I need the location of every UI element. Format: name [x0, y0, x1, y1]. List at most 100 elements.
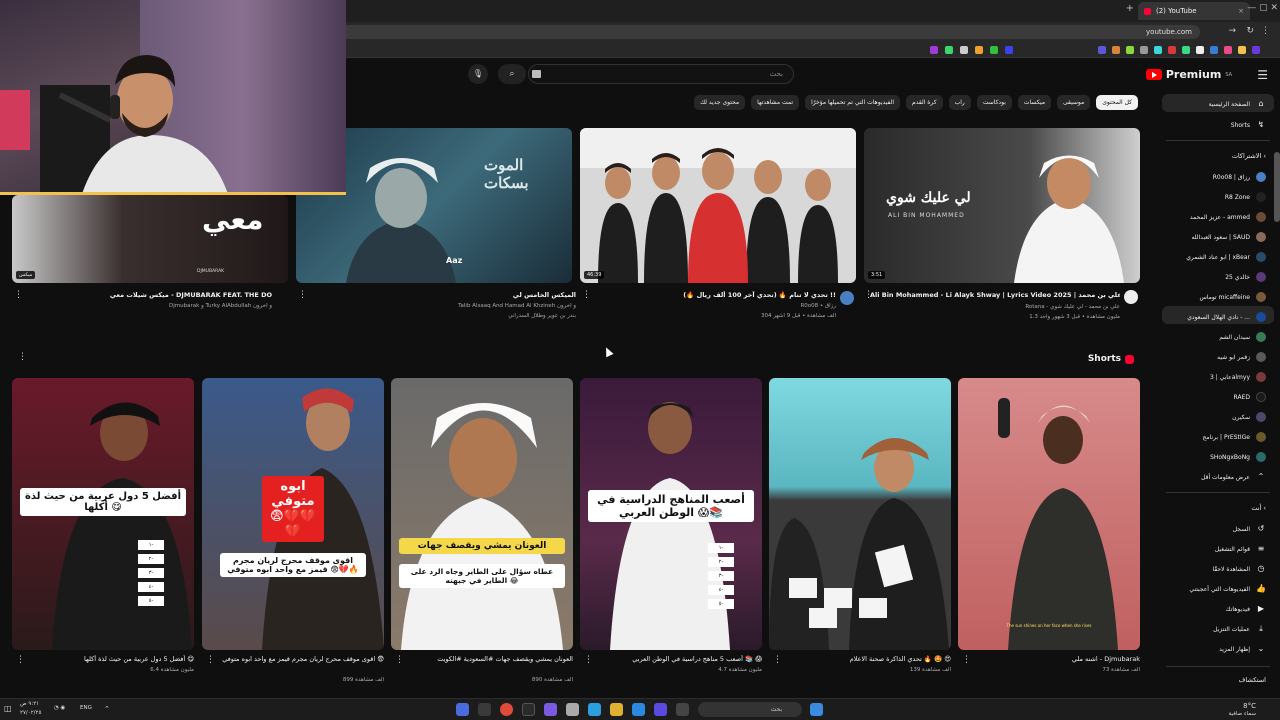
ext-icon[interactable]: [1182, 46, 1190, 54]
video-title[interactable]: ميكس شيلات معي - DJMUBARAK FEAT. THE DO: [22, 291, 272, 299]
chip-football[interactable]: كرة القدم: [905, 95, 943, 110]
sidebar-item-subscription[interactable]: ابو عناد الشمري | xBear: [1186, 252, 1266, 262]
ext-icon[interactable]: [945, 46, 953, 54]
ext-icon[interactable]: [1196, 46, 1204, 54]
explorer-icon[interactable]: [610, 703, 623, 716]
short-more-icon[interactable]: ⋮: [773, 655, 782, 665]
chip-recently-uploaded[interactable]: الفيديوهات التي تم تحميلها مؤخرًا: [805, 95, 900, 110]
ext-icon[interactable]: [1224, 46, 1232, 54]
chip-all[interactable]: كل المحتوى: [1096, 95, 1138, 110]
video-more-icon[interactable]: ⋮: [864, 290, 873, 300]
short-thumbnail[interactable]: أفضل 5 دول عربية من حيث لذة أكلها 😋 ١- ٢…: [12, 378, 194, 650]
ext-icon[interactable]: [1126, 46, 1134, 54]
video-more-icon[interactable]: ⋮: [14, 290, 23, 300]
taskview-icon[interactable]: [676, 703, 689, 716]
reload-icon[interactable]: ↻: [1246, 26, 1254, 36]
sidebar-scrollbar[interactable]: [1274, 152, 1280, 222]
edge-icon[interactable]: [588, 703, 601, 716]
sidebar-item-liked[interactable]: الفيديوهات التي أعجبتني 👍: [1189, 584, 1266, 594]
new-tab-button[interactable]: +: [1126, 3, 1134, 14]
chip-mixes[interactable]: ميكسات: [1017, 95, 1052, 110]
video-title[interactable]: تحدي لا تنام 🔥 (تحدي آخر 100 ألف ريال 🔥)…: [590, 291, 836, 299]
sidebar-item-history[interactable]: السجل ↺: [1233, 524, 1266, 534]
sidebar-item-subscription[interactable]: توماس micaffeine: [1199, 292, 1266, 302]
short-more-icon[interactable]: ⋮: [962, 655, 971, 665]
short-title[interactable]: أصعب 5 مناهج دراسية في الوطن العربي 📚 😱: [590, 655, 762, 663]
keyboard-icon[interactable]: [532, 70, 541, 78]
store-icon[interactable]: [632, 703, 645, 716]
app-icon[interactable]: [456, 703, 469, 716]
sidebar-item-subscription[interactable]: خالدي 25: [1225, 272, 1266, 282]
video-more-icon[interactable]: ⋮: [582, 290, 591, 300]
ext-icon[interactable]: [960, 46, 968, 54]
sidebar-item-subscription[interactable]: سكيرن: [1232, 412, 1266, 422]
ext-icon[interactable]: [1112, 46, 1120, 54]
app-icon[interactable]: [478, 703, 491, 716]
app-icon[interactable]: [522, 703, 535, 716]
channel-avatar[interactable]: [840, 291, 854, 305]
shorts-more-icon[interactable]: ⋮: [18, 352, 27, 362]
chip-new-to-you[interactable]: محتوى جديد لك: [694, 95, 746, 110]
address-bar[interactable]: youtube.com: [320, 25, 1200, 39]
ext-icon[interactable]: [1210, 46, 1218, 54]
app-icon[interactable]: [566, 703, 579, 716]
video-channel[interactable]: Talib Alsaaq And Hamad Al Khzineh و آخرو…: [306, 303, 576, 309]
ext-icon[interactable]: [990, 46, 998, 54]
short-title[interactable]: تحدي الذاكرة صحنة الاعلام 🔥 🤩 😍: [779, 655, 951, 663]
chip-rap[interactable]: راب: [948, 95, 971, 110]
ext-icon[interactable]: [1005, 46, 1013, 54]
short-thumbnail[interactable]: ابوه متوفي 😨💔💔💔 اقوى موقف محرج لريان مجر…: [202, 378, 384, 650]
sidebar-show-more[interactable]: إظهار المزيد ⌄: [1219, 644, 1266, 654]
youtube-premium-logo[interactable]: Premium SA: [1145, 68, 1232, 81]
short-title[interactable]: اقوى موقف محرج لريان مجرم قيمز مع واحد ا…: [212, 655, 384, 663]
short-thumbnail[interactable]: أصعب المناهج الدراسية في الوطن العربي 😱📚…: [580, 378, 762, 650]
mic-icon[interactable]: 🎙: [468, 64, 488, 84]
ext-icon[interactable]: [1238, 46, 1246, 54]
chrome-icon[interactable]: [500, 703, 513, 716]
video-thumbnail[interactable]: لي عليك شوي ALI BIN MOHAMMED 3:51: [864, 128, 1140, 283]
video-thumbnail[interactable]: معي DJMUBARAK ميكس: [12, 195, 288, 283]
sidebar-item-watch-later[interactable]: المشاهدة لاحقًا ◷: [1212, 564, 1266, 574]
sidebar-item-subscription[interactable]: عابي | 3almyy: [1210, 372, 1266, 382]
sidebar-item-subscription[interactable]: RAED: [1234, 392, 1266, 402]
video-channel[interactable]: Rotana - علي بن محمد - لي عليك شوي: [870, 304, 1120, 310]
sidebar-item-subscription[interactable]: برنامج | PrEStIGe: [1203, 432, 1266, 442]
sidebar-item-subscription[interactable]: عزيز المحمد - ammed: [1190, 212, 1266, 222]
sidebar-item-shorts[interactable]: Shorts ↯: [1231, 120, 1266, 130]
subscriptions-header[interactable]: الاشتراكات ‹: [1232, 152, 1266, 160]
sidebar-item-home[interactable]: الصفحة الرئيسية ⌂: [1209, 99, 1266, 109]
chip-watched[interactable]: تمت مشاهدتها: [751, 95, 800, 110]
browser-tab-youtube[interactable]: (2) YouTube ×: [1138, 2, 1250, 20]
start-icon[interactable]: [810, 703, 823, 716]
short-more-icon[interactable]: ⋮: [584, 655, 593, 665]
language-indicator[interactable]: ENG: [80, 705, 92, 711]
notification-icon[interactable]: ◫: [4, 704, 12, 713]
window-controls[interactable]: — ▢ ✕: [1247, 3, 1278, 13]
sidebar-item-subscription[interactable]: سيدان الشم: [1219, 332, 1266, 342]
ext-icon[interactable]: [975, 46, 983, 54]
video-channel[interactable]: R0o08 • رزاق: [590, 303, 836, 309]
sidebar-item-subscription[interactable]: SHoNgxBoNg: [1210, 452, 1266, 462]
short-more-icon[interactable]: ⋮: [206, 655, 215, 665]
sidebar-item-subscription[interactable]: سعود العبدالله | SAUD: [1191, 232, 1266, 242]
video-thumbnail[interactable]: 46:39: [580, 128, 856, 283]
clock-time[interactable]: ٩:٢١ ص: [20, 701, 39, 707]
teams-icon[interactable]: [654, 703, 667, 716]
sidebar-show-less[interactable]: عرض معلومات أقل ⌃: [1201, 472, 1266, 482]
you-header[interactable]: أنت ‹: [1251, 504, 1266, 512]
taskbar-search[interactable]: بحث: [698, 702, 802, 717]
ext-icon[interactable]: [1098, 46, 1106, 54]
short-thumbnail[interactable]: العونان يمشي ويقصف جهات عطاه سؤال على ال…: [391, 378, 573, 650]
video-more-icon[interactable]: ⋮: [298, 290, 307, 300]
short-title[interactable]: العونان يمشي ويقصف جهات #السعودية #الكوي…: [401, 655, 573, 663]
tray-chevron-icon[interactable]: ⌃: [104, 705, 110, 713]
short-title[interactable]: اشنه ملي - Djmubarak: [968, 655, 1140, 663]
channel-avatar[interactable]: [1124, 290, 1138, 304]
chip-podcasts[interactable]: بودكاست: [976, 95, 1012, 110]
ext-icon[interactable]: [1154, 46, 1162, 54]
back-icon[interactable]: →: [1228, 26, 1236, 36]
sidebar-item-subscription[interactable]: زقمر ابو شيه: [1217, 352, 1266, 362]
ext-icon[interactable]: [1168, 46, 1176, 54]
video-title[interactable]: Ali Bin Mohammed - Li Alayk Shway | Lyri…: [870, 291, 1120, 299]
sidebar-item-subscription[interactable]: R8 Zone: [1225, 192, 1266, 202]
